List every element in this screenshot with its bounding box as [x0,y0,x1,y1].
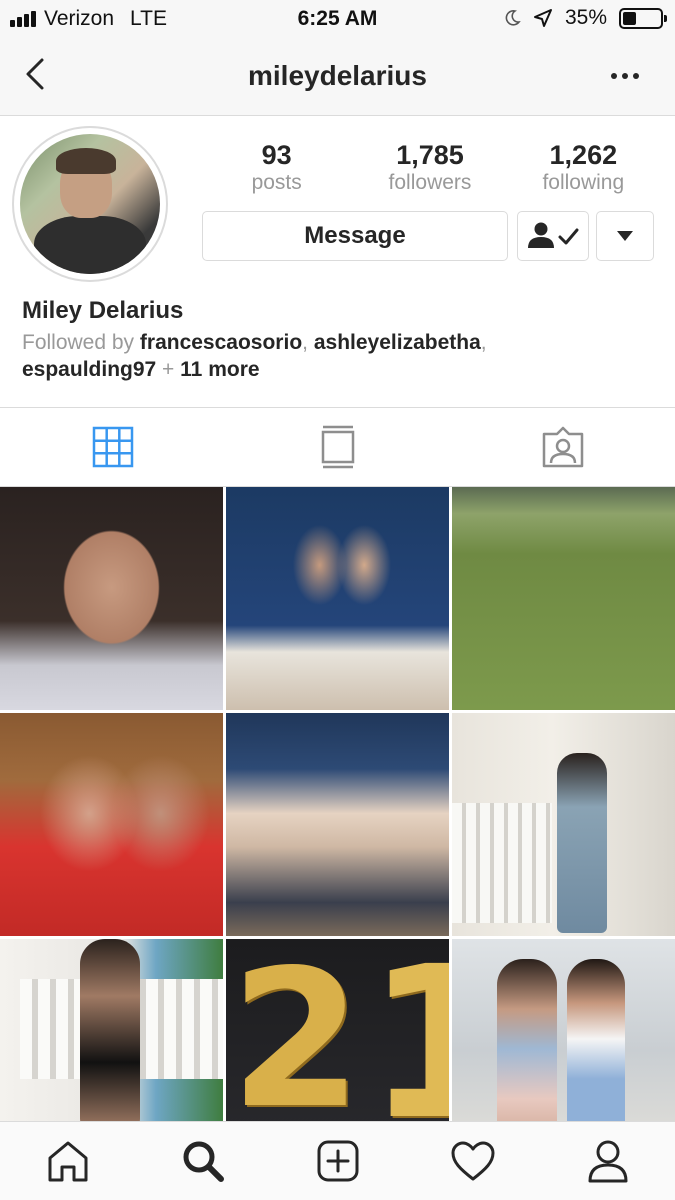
more-dots-icon [611,73,617,79]
grid-icon [92,426,133,468]
message-button[interactable]: Message [202,211,508,261]
battery-level [623,11,636,25]
status-right: 35% [503,6,667,30]
add-post-icon [317,1140,358,1182]
profile-tab-bar [0,407,675,487]
nav-add-post[interactable] [270,1122,405,1200]
location-arrow-icon [533,9,552,27]
followers-value: 1,785 [396,140,464,170]
post-thumbnail-4[interactable] [0,713,223,936]
balloon-number-2: 2 [230,939,363,1150]
balloon-number-1: 1 [366,939,449,1162]
following-status-button[interactable] [517,211,589,261]
avatar[interactable] [12,126,168,282]
profile-full-name: Miley Delarius [22,297,184,324]
profile-header-bar: mileydelarius [0,38,675,116]
person-check-icon [528,222,579,248]
follower-link-2[interactable]: ashleyelizabetha [314,331,481,354]
posts-count[interactable]: 93 posts [200,140,353,196]
tab-feed[interactable] [225,408,450,486]
follower-link-1[interactable]: francescaosorio [140,331,302,354]
nav-home[interactable] [0,1122,135,1200]
following-count[interactable]: 1,262 following [507,140,660,196]
feed-list-icon [321,425,354,469]
username-title: mileydelarius [248,60,427,91]
posts-label: posts [251,171,302,194]
suggested-dropdown-button[interactable] [596,211,654,261]
moon-icon [505,10,521,26]
posts-value: 93 [261,140,292,170]
followed-by-text[interactable]: Followed by francescaosorio, ashleyeliza… [22,329,642,383]
post-thumbnail-3[interactable] [452,487,675,710]
bottom-tab-bar [0,1121,675,1200]
nav-profile[interactable] [540,1122,675,1200]
post-thumbnail-2[interactable] [226,487,449,710]
tab-grid[interactable] [0,408,225,486]
avatar-image [20,134,160,274]
separator: , [302,331,308,354]
follower-link-3[interactable]: espaulding97 [22,358,156,381]
more-followers-link[interactable]: 11 more [180,358,259,381]
heart-icon [451,1141,494,1181]
tagged-icon [542,426,583,468]
followers-count[interactable]: 1,785 followers [353,140,506,196]
followed-by-prefix: Followed by [22,331,135,354]
search-icon [183,1141,224,1182]
more-options-button[interactable] [605,64,645,88]
nav-activity[interactable] [405,1122,540,1200]
battery-percent: 35% [564,6,607,29]
profile-stats: 93 posts 1,785 followers 1,262 following [200,140,660,196]
posts-grid: 2 1 [0,487,675,1162]
tab-tagged[interactable] [450,408,675,486]
nav-search[interactable] [135,1122,270,1200]
plus-sign: + [162,358,175,381]
profile-icon [588,1140,627,1183]
separator: , [480,331,487,354]
post-thumbnail-1[interactable] [0,487,223,710]
status-bar: Verizon LTE 6:25 AM 35% [0,0,675,38]
battery-icon [619,7,667,29]
following-value: 1,262 [549,140,618,170]
post-thumbnail-6[interactable] [452,713,675,936]
post-thumbnail-5[interactable] [226,713,449,936]
triangle-down-icon [617,231,633,241]
home-icon [48,1141,87,1182]
following-label: following [542,171,625,194]
followers-label: followers [388,171,472,194]
